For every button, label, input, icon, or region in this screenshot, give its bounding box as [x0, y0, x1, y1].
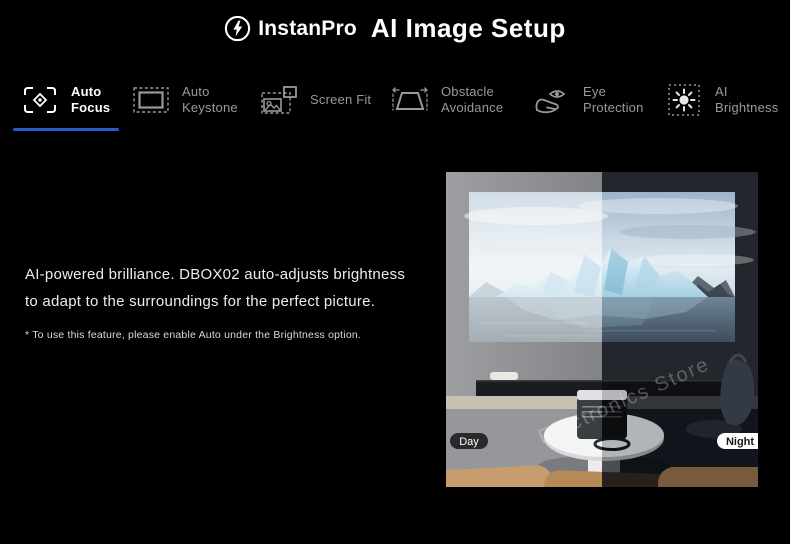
ai-brightness-icon	[664, 82, 704, 118]
description-line-2: to adapt to the surroundings for the per…	[25, 293, 376, 310]
tab-label: Auto Focus	[71, 83, 111, 116]
feature-tab-bar: Auto Focus Auto Keystone Screen Fit Obst…	[0, 78, 790, 134]
brand-name: InstanPro	[258, 16, 357, 40]
night-badge: Night	[717, 433, 758, 449]
day-badge: Day	[450, 433, 488, 449]
tab-obstacle-avoidance[interactable]: Obstacle Avoidance	[390, 82, 503, 118]
lightning-logo-icon	[224, 15, 251, 42]
description-line-1: AI-powered brilliance. DBOX02 auto-adjus…	[25, 266, 406, 283]
feature-description: AI-powered brilliance. DBOX02 auto-adjus…	[25, 261, 445, 341]
auto-focus-icon	[20, 82, 60, 118]
tab-label: Eye Protection	[583, 83, 644, 116]
active-tab-underline	[13, 128, 119, 131]
night-badge-label: Night	[726, 436, 754, 448]
room-scene	[446, 172, 758, 487]
tab-label: Auto Keystone	[182, 83, 238, 116]
tab-eye-protection[interactable]: Eye Protection	[532, 82, 644, 118]
day-badge-label: Day	[459, 436, 479, 448]
tab-ai-brightness[interactable]: AI Brightness	[664, 82, 778, 118]
tab-label: Screen Fit	[310, 91, 372, 107]
tab-auto-focus[interactable]: Auto Focus	[20, 82, 110, 118]
tab-label: AI Brightness	[715, 83, 779, 116]
header: InstanPro AI Image Setup	[0, 13, 790, 44]
tab-screen-fit[interactable]: Screen Fit	[259, 82, 371, 118]
screen-fit-icon	[259, 82, 299, 118]
footnote: * To use this feature, please enable Aut…	[25, 329, 362, 341]
auto-keystone-icon	[131, 82, 171, 118]
tab-label: Obstacle Avoidance	[441, 83, 504, 116]
obstacle-avoidance-icon	[390, 82, 430, 118]
page: InstanPro AI Image Setup Auto Focus Auto…	[0, 0, 790, 544]
tab-auto-keystone[interactable]: Auto Keystone	[131, 82, 238, 118]
page-title: AI Image Setup	[370, 13, 566, 43]
day-night-comparison-photo: Electronics Store Day Night	[446, 172, 758, 487]
eye-protection-icon	[532, 82, 572, 118]
brand: InstanPro	[224, 15, 357, 42]
